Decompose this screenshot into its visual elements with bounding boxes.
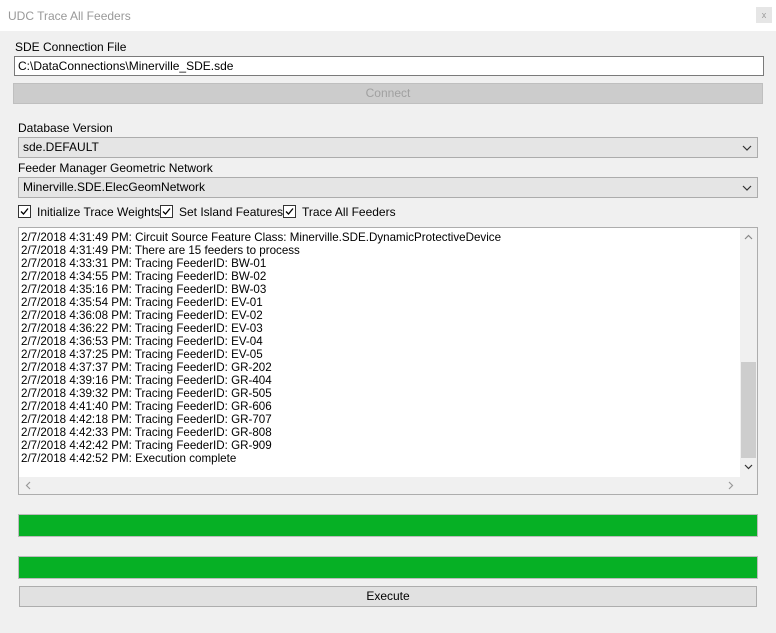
log-line: 2/7/2018 4:39:16 PM: Tracing FeederID: G… [21, 374, 272, 387]
checkmark-icon [285, 208, 294, 215]
progress-bar-1 [18, 514, 758, 537]
triangle-right-icon[interactable] [728, 481, 734, 490]
close-icon: x [761, 10, 767, 20]
log-line: 2/7/2018 4:36:53 PM: Tracing FeederID: E… [21, 335, 263, 348]
triangle-up-icon[interactable] [744, 234, 753, 240]
trace-all-feeders-label: Trace All Feeders [302, 205, 396, 219]
log-output[interactable]: 2/7/2018 4:31:49 PM: Circuit Source Feat… [18, 227, 758, 495]
log-line: 2/7/2018 4:42:33 PM: Tracing FeederID: G… [21, 426, 272, 439]
geometric-network-value: Minerville.SDE.ElecGeomNetwork [23, 180, 206, 194]
database-version-label: Database Version [18, 121, 113, 135]
log-line: 2/7/2018 4:35:16 PM: Tracing FeederID: B… [21, 283, 267, 296]
initialize-trace-weights-checkbox[interactable] [18, 205, 31, 218]
log-line: 2/7/2018 4:31:49 PM: Circuit Source Feat… [21, 231, 502, 244]
log-line: 2/7/2018 4:37:25 PM: Tracing FeederID: E… [21, 348, 263, 361]
progress-bar-2 [18, 556, 758, 579]
close-button[interactable]: x [756, 7, 772, 23]
log-line: 2/7/2018 4:41:40 PM: Tracing FeederID: G… [21, 400, 272, 413]
log-line: 2/7/2018 4:42:52 PM: Execution complete [21, 452, 237, 465]
database-version-value: sde.DEFAULT [23, 140, 99, 154]
log-line: 2/7/2018 4:36:22 PM: Tracing FeederID: E… [21, 322, 263, 335]
triangle-down-icon[interactable] [744, 464, 753, 470]
scroll-corner [740, 477, 757, 494]
connect-button[interactable]: Connect [13, 83, 763, 104]
geometric-network-select[interactable]: Minerville.SDE.ElecGeomNetwork [18, 177, 758, 198]
vertical-scroll-thumb[interactable] [741, 362, 756, 458]
vertical-scrollbar[interactable] [740, 228, 757, 477]
chevron-down-icon [742, 145, 752, 151]
progress-fill [19, 515, 757, 536]
execute-button[interactable]: Execute [19, 586, 757, 607]
log-line: 2/7/2018 4:31:49 PM: There are 15 feeder… [21, 244, 300, 257]
checkmark-icon [162, 208, 171, 215]
log-line: 2/7/2018 4:36:08 PM: Tracing FeederID: E… [21, 309, 263, 322]
log-line: 2/7/2018 4:34:55 PM: Tracing FeederID: B… [21, 270, 267, 283]
set-island-features-label: Set Island Features [179, 205, 284, 219]
progress-fill [19, 557, 757, 578]
initialize-trace-weights-label: Initialize Trace Weights [37, 205, 161, 219]
log-line: 2/7/2018 4:42:18 PM: Tracing FeederID: G… [21, 413, 272, 426]
log-lines: 2/7/2018 4:31:49 PM: Circuit Source Feat… [21, 231, 739, 465]
triangle-left-icon[interactable] [25, 481, 31, 490]
sde-connection-label: SDE Connection File [15, 40, 127, 54]
set-island-features-checkbox[interactable] [160, 205, 173, 218]
title-bar: UDC Trace All Feeders x [0, 0, 776, 31]
checkmark-icon [20, 208, 29, 215]
log-line: 2/7/2018 4:37:37 PM: Tracing FeederID: G… [21, 361, 272, 374]
horizontal-scrollbar[interactable] [19, 477, 740, 494]
sde-connection-input[interactable]: C:\DataConnections\Minerville_SDE.sde [14, 56, 764, 76]
log-line: 2/7/2018 4:35:54 PM: Tracing FeederID: E… [21, 296, 263, 309]
log-line: 2/7/2018 4:33:31 PM: Tracing FeederID: B… [21, 257, 267, 270]
database-version-select[interactable]: sde.DEFAULT [18, 137, 758, 158]
trace-all-feeders-checkbox[interactable] [283, 205, 296, 218]
log-line: 2/7/2018 4:39:32 PM: Tracing FeederID: G… [21, 387, 272, 400]
window-title: UDC Trace All Feeders [8, 9, 131, 23]
log-line: 2/7/2018 4:42:42 PM: Tracing FeederID: G… [21, 439, 272, 452]
geometric-network-label: Feeder Manager Geometric Network [18, 161, 213, 175]
chevron-down-icon [742, 185, 752, 191]
